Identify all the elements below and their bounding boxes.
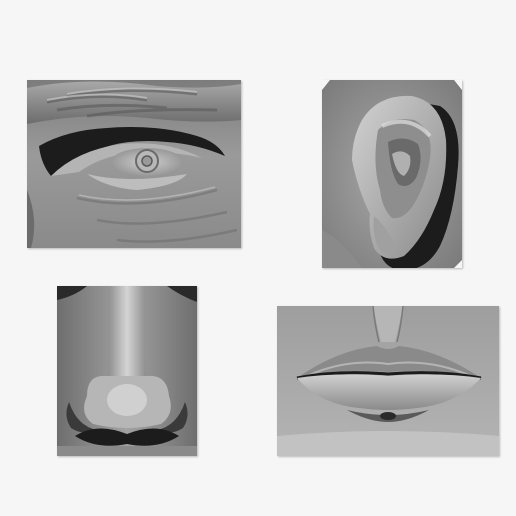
ear-sculpt-image xyxy=(322,80,462,268)
eye-sculpt-tile xyxy=(27,80,241,248)
mouth-sculpt-image xyxy=(277,306,499,456)
mouth-sculpt-tile xyxy=(277,306,499,456)
nose-sculpt-image xyxy=(57,286,197,456)
ear-sculpt-tile xyxy=(322,80,462,268)
nose-sculpt-tile xyxy=(57,286,197,456)
eye-sculpt-image xyxy=(27,80,241,248)
